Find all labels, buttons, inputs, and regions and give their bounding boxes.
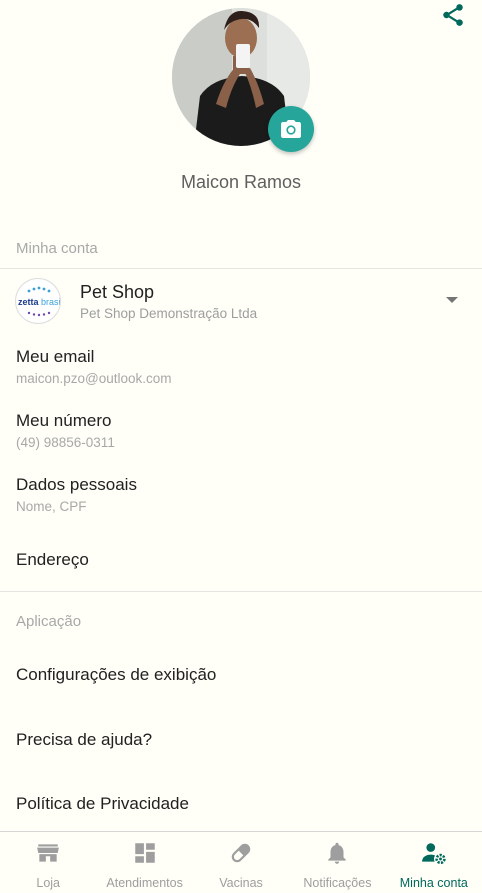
item-value: Nome, CPF: [16, 499, 87, 514]
change-photo-button[interactable]: [268, 106, 314, 152]
list-item-display-settings[interactable]: Configurações de exibição: [0, 665, 482, 695]
camera-icon: [281, 120, 301, 138]
item-value: maicon.pzo@outlook.com: [16, 371, 172, 386]
bell-icon: [328, 842, 347, 864]
nav-label: Notificações: [303, 876, 372, 890]
nav-item-atendimentos[interactable]: Atendimentos: [96, 832, 192, 893]
list-item-address[interactable]: Endereço: [0, 550, 482, 580]
company-name: Pet Shop: [80, 282, 155, 302]
list-item-phone[interactable]: Meu número (49) 98856-0311: [0, 411, 482, 461]
store-icon: [37, 844, 60, 862]
list-item-privacy-policy[interactable]: Política de Privacidade: [0, 794, 482, 824]
item-title: Política de Privacidade: [16, 794, 189, 813]
item-title: Configurações de exibição: [16, 665, 217, 684]
chevron-down-icon[interactable]: [446, 297, 458, 303]
profile-avatar-container: [172, 8, 314, 152]
nav-label: Loja: [36, 876, 61, 890]
item-title: Precisa de ajuda?: [16, 730, 153, 749]
nav-item-notificacoes[interactable]: Notificações: [289, 832, 385, 893]
dashboard-icon: [134, 843, 155, 863]
list-item-help[interactable]: Precisa de ajuda?: [0, 730, 482, 760]
account-settings-icon: [421, 843, 446, 865]
item-title: Dados pessoais: [16, 475, 137, 494]
svg-text:brasil: brasil: [41, 297, 60, 307]
nav-label: Atendimentos: [106, 876, 183, 890]
company-legal-name: Pet Shop Demonstração Ltda: [80, 306, 258, 321]
user-name: Maicon Ramos: [180, 172, 302, 192]
section-title-account: Minha conta: [16, 240, 98, 257]
nav-item-loja[interactable]: Loja: [0, 832, 96, 893]
nav-label: Vacinas: [219, 876, 263, 890]
item-value: (49) 98856-0311: [16, 435, 115, 450]
nav-item-minha-conta[interactable]: Minha conta: [386, 832, 482, 893]
bottom-navigation: Loja Atendimentos Vacinas Notificações M…: [0, 831, 482, 893]
divider: [0, 591, 482, 592]
list-item-personal-data[interactable]: Dados pessoais Nome, CPF: [0, 475, 482, 525]
pill-icon: [231, 843, 251, 863]
item-title: Meu email: [16, 347, 95, 366]
svg-text:zetta: zetta: [18, 297, 39, 307]
item-title: Meu número: [16, 411, 112, 430]
list-item-email[interactable]: Meu email maicon.pzo@outlook.com: [0, 347, 482, 397]
nav-label: Minha conta: [399, 876, 468, 890]
section-title-application: Aplicação: [16, 613, 82, 630]
item-title: Endereço: [16, 550, 89, 569]
nav-item-vacinas[interactable]: Vacinas: [193, 832, 289, 893]
company-logo: zetta brasil: [15, 278, 61, 324]
share-icon[interactable]: [440, 2, 466, 28]
company-selector[interactable]: zetta brasil Pet Shop Pet Shop Demonstra…: [0, 269, 482, 333]
